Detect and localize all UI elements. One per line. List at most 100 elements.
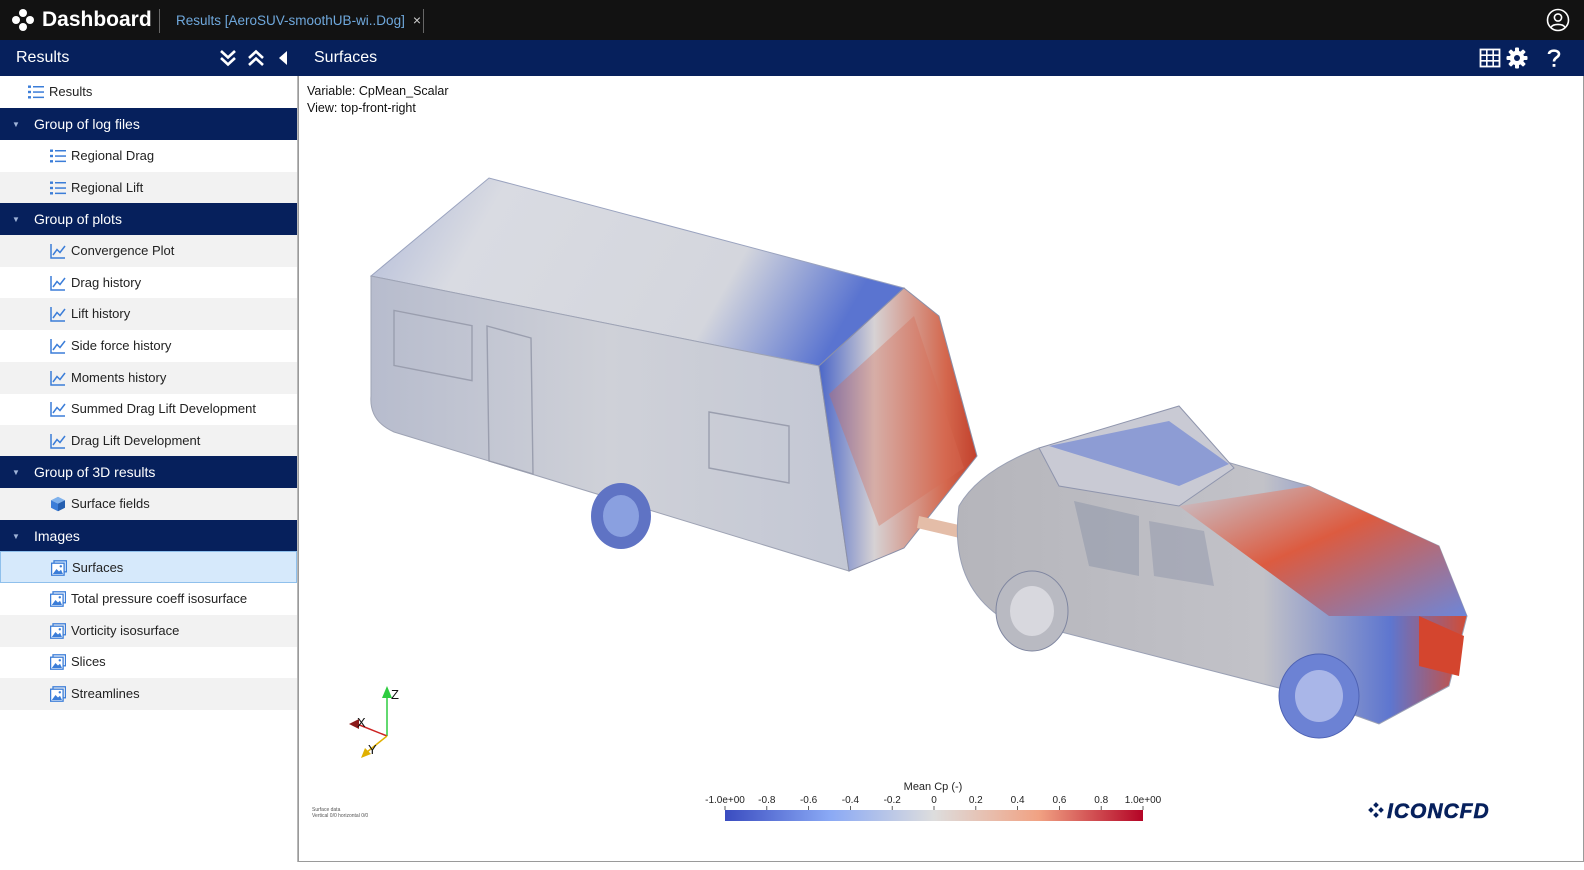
footnote-line-2: Vertical 0/0 horizontal 0/0: [312, 813, 368, 819]
grid-icon[interactable]: [1479, 48, 1501, 68]
sidebar-item-vorticity-isosurface[interactable]: Vorticity isosurface: [0, 615, 297, 647]
group-label: Images: [34, 528, 80, 544]
axis-z-label: Z: [391, 687, 399, 702]
sidebar-item-label: Total pressure coeff isosurface: [71, 591, 248, 606]
caret-down-icon: ▼: [12, 532, 20, 541]
caret-down-icon: ▼: [12, 215, 20, 224]
colorbar-title: Mean Cp (-): [904, 781, 963, 793]
sidebar-item-label: Regional Lift: [71, 180, 144, 195]
colorbar-legend: Mean Cp (-) -1.0e+00 -0.8 -0.6 -0.4 -0.2 0 0.2…: [705, 781, 1162, 821]
sidebar-item-drag-history[interactable]: Drag history: [0, 267, 297, 299]
double-chevron-up-icon[interactable]: [246, 48, 266, 68]
app-title: Dashboard: [42, 8, 152, 31]
sidebar-header: Results: [0, 40, 298, 76]
sidebar-item-total-pressure-isosurface[interactable]: Total pressure coeff isosurface: [0, 583, 297, 615]
bottom-strip: [0, 862, 1584, 870]
colorbar-tick-label: 0.4: [1011, 795, 1025, 806]
iconcfd-logo: ICONCFD: [1368, 800, 1490, 823]
question-icon[interactable]: [1546, 48, 1562, 68]
colorbar-gradient: [725, 810, 1143, 821]
sidebar-item-label: Convergence Plot: [71, 243, 175, 258]
line-chart-icon: [50, 339, 66, 354]
group-plots[interactable]: ▼ Group of plots: [0, 203, 297, 235]
sidebar-item-lift-history[interactable]: Lift history: [0, 298, 297, 330]
tab-label: Results [AeroSUV-smoothUB-wi..Dog]: [176, 12, 405, 28]
sidebar-item-label: Drag history: [71, 275, 142, 290]
sidebar-item-drag-lift-development[interactable]: Drag Lift Development: [0, 425, 297, 457]
sidebar-item-surfaces[interactable]: Surfaces: [0, 551, 297, 583]
image-icon: [50, 591, 66, 607]
sidebar-item-label: Regional Drag: [71, 148, 155, 163]
image-icon: [50, 623, 66, 639]
image-viewer[interactable]: Variable: CpMean_Scalar View: top-front-…: [298, 76, 1584, 862]
line-chart-icon: [50, 307, 66, 322]
user-circle-icon[interactable]: [1546, 8, 1570, 32]
group-images[interactable]: ▼ Images: [0, 520, 297, 552]
sidebar-item-regional-lift[interactable]: Regional Lift: [0, 172, 297, 204]
colorbar-tick-label: 0.8: [1094, 795, 1108, 806]
tab-close-button[interactable]: ×: [410, 12, 424, 28]
list-icon: [50, 181, 66, 195]
sidebar-item-label: Vorticity isosurface: [71, 623, 180, 638]
caret-down-icon: ▼: [12, 120, 20, 129]
sidebar-item-label: Lift history: [71, 306, 131, 321]
divider: [159, 9, 160, 33]
colorbar-tick-label: -0.4: [842, 795, 860, 806]
image-icon: [51, 560, 67, 576]
colorbar-tick-label: -0.6: [800, 795, 818, 806]
sidebar-item-label: Surface fields: [71, 496, 150, 511]
list-icon: [50, 149, 66, 163]
colorbar-tick-label: -1.0e+00: [705, 795, 745, 806]
axis-x-label: X: [357, 715, 366, 730]
colorbar-tick-label: -0.2: [884, 795, 902, 806]
colorbar-tick-marks: [724, 806, 1144, 810]
double-chevron-down-icon[interactable]: [218, 48, 238, 68]
line-chart-icon: [50, 276, 66, 291]
group-label: Group of log files: [34, 116, 140, 132]
caravan-model: [369, 177, 978, 572]
colorbar-tick-label: 0.2: [969, 795, 983, 806]
colorbar-tick-label: 0: [931, 795, 937, 806]
sidebar-item-label: Slices: [71, 654, 106, 669]
sidebar-title: Results: [16, 49, 70, 66]
line-chart-icon: [50, 244, 66, 259]
sidebar-item-summed-drag-lift[interactable]: Summed Drag Lift Development: [0, 393, 297, 425]
suv-model: [956, 405, 1468, 739]
top-bar: Dashboard Results [AeroSUV-smoothUB-wi..…: [0, 0, 1584, 40]
sidebar-item-label: Summed Drag Lift Development: [71, 401, 256, 416]
image-icon: [50, 686, 66, 702]
sidebar-item-convergence-plot[interactable]: Convergence Plot: [0, 235, 297, 267]
sidebar-item-label: Results: [49, 84, 93, 99]
line-chart-icon: [50, 434, 66, 449]
sidebar-item-side-force-history[interactable]: Side force history: [0, 330, 297, 362]
sidebar-item-surface-fields[interactable]: Surface fields: [0, 488, 297, 520]
line-chart-icon: [50, 371, 66, 386]
triangle-left-icon[interactable]: [276, 48, 290, 68]
sidebar-item-label: Streamlines: [71, 686, 140, 701]
sidebar-item-streamlines[interactable]: Streamlines: [0, 678, 297, 710]
image-icon: [50, 654, 66, 670]
group-label: Group of 3D results: [34, 464, 156, 480]
main-header: Surfaces: [298, 40, 1584, 76]
brand-logo-text: ICONCFD: [1387, 800, 1490, 823]
colorbar-tick-label: 1.0e+00: [1125, 795, 1162, 806]
sidebar-item-label: Surfaces: [72, 560, 124, 575]
sidebar-item-regional-drag[interactable]: Regional Drag: [0, 140, 297, 172]
dots-logo-icon: [12, 9, 34, 31]
divider: [423, 9, 424, 33]
group-log-files[interactable]: ▼ Group of log files: [0, 108, 297, 140]
colorbar-tick-labels: -1.0e+00 -0.8 -0.6 -0.4 -0.2 0 0.2 0.4 0.6 0.8 1.0…: [705, 795, 1162, 806]
gear-icon[interactable]: [1506, 47, 1528, 69]
render-scene: Z X Y Surface data Vertical 0/0 horizont…: [312, 177, 1490, 823]
group-3d-results[interactable]: ▼ Group of 3D results: [0, 456, 297, 488]
sidebar-item-label: Drag Lift Development: [71, 433, 201, 448]
colorbar-tick-label: -0.8: [758, 795, 776, 806]
sidebar-item-results[interactable]: Results: [0, 76, 297, 108]
sidebar-item-moments-history[interactable]: Moments history: [0, 362, 297, 394]
sidebar-item-label: Side force history: [71, 338, 172, 353]
caret-down-icon: ▼: [12, 468, 20, 477]
sidebar-item-label: Moments history: [71, 370, 167, 385]
dashboard-brand[interactable]: Dashboard: [12, 0, 152, 40]
sidebar-item-slices[interactable]: Slices: [0, 646, 297, 678]
tab-results[interactable]: Results [AeroSUV-smoothUB-wi..Dog]: [176, 0, 405, 40]
